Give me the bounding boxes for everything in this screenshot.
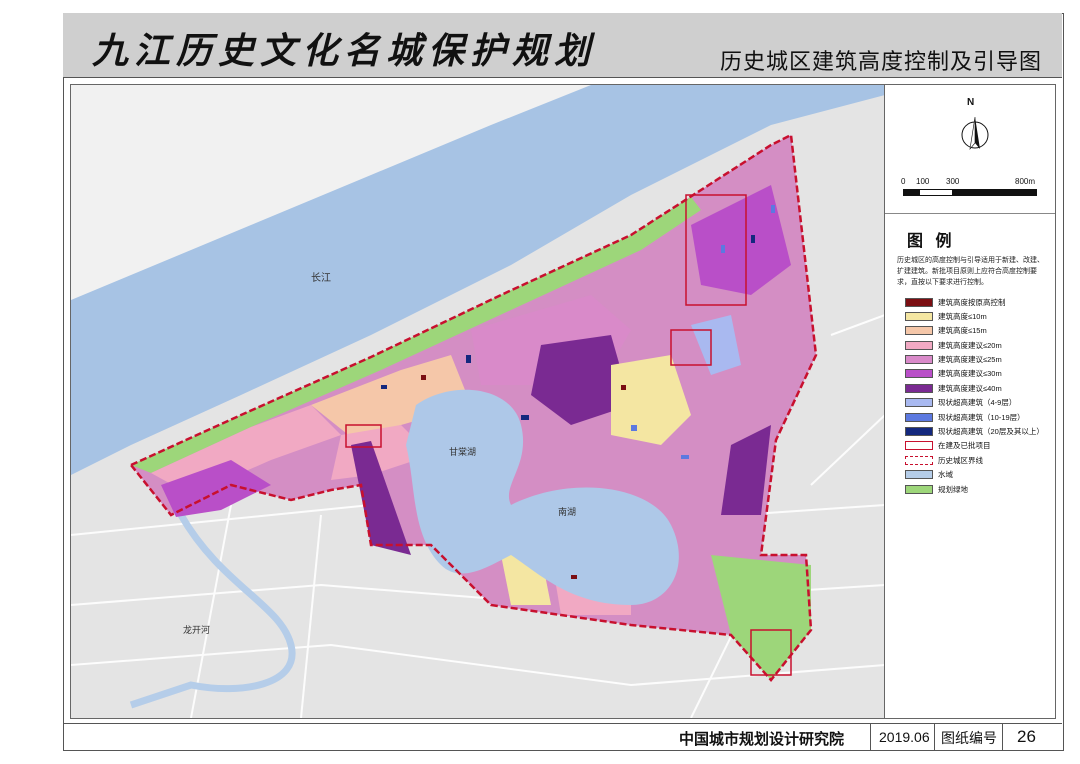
legend-note: 历史城区的高度控制与引导适用于新建、改建、扩建建筑。新批项目原则上应符合高度控制… [897,257,1044,286]
legend-item: 在建及已批项目 [905,439,1050,453]
legend-item: 现状超高建筑（20层及其以上） [905,425,1050,439]
legend-item: 建筑高度建议≤30m [905,367,1050,381]
legend-swatch [905,311,933,321]
legend-item: 规划绿地 [905,482,1050,496]
scale-label-800: 800m [1015,177,1036,186]
footer-drawing-no-label: 图纸编号 [941,730,997,746]
legend-item: 建筑高度≤10m [905,309,1050,323]
scale-label-300: 300 [946,177,960,186]
legend-swatch [905,383,933,393]
legend-swatch [905,355,933,365]
label-canal: 龙开河 [183,624,210,635]
legend-item: 建筑高度建议≤20m [905,338,1050,352]
legend-swatch [905,297,933,307]
legend-label: 建筑高度≤10m [938,311,987,321]
legend-item: 建筑高度≤15m [905,324,1050,338]
scale-ruler [903,189,1037,196]
footer-organization: 中国城市规划设计研究院 [679,731,845,748]
legend-item: 建筑高度建议≤25m [905,353,1050,367]
compass-icon [961,116,989,151]
legend-panel: N 0 100 300 800m 图 例 历史城区的高度控制与引导适用于新建、改… [884,84,1056,719]
legend-swatch [905,412,933,422]
legend-label: 水域 [938,470,953,480]
legend-item: 现状超高建筑（4-9层） [905,396,1050,410]
label-lake-south: 南湖 [558,506,576,517]
legend-label: 建筑高度建议≤25m [938,355,1002,365]
legend-title: 图 例 [907,233,956,250]
legend-item: 水域 [905,468,1050,482]
legend-label: 规划绿地 [938,484,968,494]
map-frame: 长江 甘棠湖 南湖 龙开河 [70,84,886,719]
sub-title: 历史城区建筑高度控制及引导图 [719,49,1042,74]
legend-swatch [905,484,933,494]
legend-label: 在建及已批项目 [938,441,991,451]
legend-item: 现状超高建筑（10-19层） [905,410,1050,424]
label-lake-north: 甘棠湖 [449,446,476,457]
legend-label: 现状超高建筑（10-19层） [938,412,1025,422]
legend-swatch [905,340,933,350]
legend-swatch [905,369,933,379]
legend-swatch [905,470,933,480]
footer-date: 2019.06 [879,729,930,745]
legend-label: 建筑高度按原高控制 [938,297,1006,307]
legend-divider [885,213,1055,214]
scale-label-0: 0 [901,177,906,186]
north-label: N [967,97,975,108]
legend-item: 历史城区界线 [905,453,1050,467]
map-canvas: 长江 甘棠湖 南湖 龙开河 [71,85,885,718]
legend-swatch [905,326,933,336]
footer: 中国城市规划设计研究院 2019.06 图纸编号 26 [63,723,1062,750]
legend-label: 建筑高度建议≤40m [938,383,1002,393]
legend-swatch [905,398,933,408]
legend-list: 建筑高度按原高控制 建筑高度≤10m 建筑高度≤15m 建筑高度建议≤20m 建筑高度建… [905,295,1050,496]
legend-label: 现状超高建筑（4-9层） [938,398,1017,408]
legend-label: 历史城区界线 [938,455,983,465]
legend-swatch [905,441,933,451]
legend-item: 建筑高度按原高控制 [905,295,1050,309]
footer-divider [870,724,871,750]
legend-label: 建筑高度建议≤20m [938,340,1002,350]
footer-drawing-no: 26 [1017,727,1036,746]
footer-divider [1002,724,1003,750]
legend-item: 建筑高度建议≤40m [905,381,1050,395]
label-river: 长江 [311,272,331,284]
legend-swatch [905,427,933,437]
footer-divider [934,724,935,750]
legend-label: 现状超高建筑（20层及其以上） [938,427,1044,437]
legend-label: 建筑高度建议≤30m [938,369,1002,379]
main-title: 九江历史文化名城保护规划 [92,30,597,72]
legend-label: 建筑高度≤15m [938,326,987,336]
scale-label-100: 100 [916,177,930,186]
legend-swatch [905,455,933,465]
